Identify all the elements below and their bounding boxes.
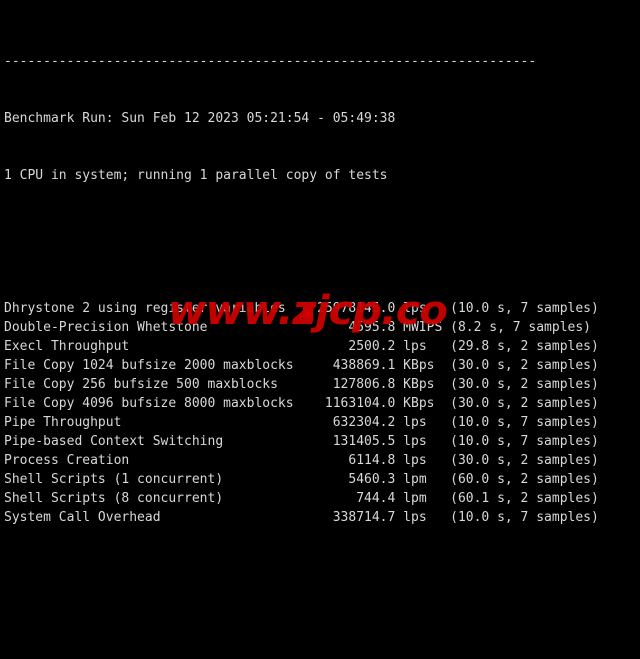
- terminal-screen: ----------------------------------------…: [4, 0, 599, 659]
- benchmark-result-row: Double-Precision Whetstone 4595.8 MWIPS …: [4, 320, 591, 335]
- benchmark-result-row: System Call Overhead 338714.7 lps (10.0 …: [4, 510, 599, 525]
- benchmark-result-row: Dhrystone 2 using register variables 259…: [4, 301, 599, 316]
- benchmark-results-block: Dhrystone 2 using register variables 259…: [4, 299, 599, 527]
- terminal-window: ----------------------------------------…: [0, 0, 640, 659]
- benchmark-run-line: Benchmark Run: Sun Feb 12 2023 05:21:54 …: [4, 111, 396, 126]
- top-rule: ----------------------------------------…: [4, 54, 537, 69]
- benchmark-result-row: Pipe-based Context Switching 131405.5 lp…: [4, 434, 599, 449]
- benchmark-result-row: File Copy 1024 bufsize 2000 maxblocks 43…: [4, 358, 599, 373]
- benchmark-result-row: Execl Throughput 2500.2 lps (29.8 s, 2 s…: [4, 339, 599, 354]
- cpu-info-line: 1 CPU in system; running 1 parallel copy…: [4, 168, 388, 183]
- benchmark-result-row: Pipe Throughput 632304.2 lps (10.0 s, 7 …: [4, 415, 599, 430]
- benchmark-result-row: Process Creation 6114.8 lps (30.0 s, 2 s…: [4, 453, 599, 468]
- benchmark-result-row: File Copy 256 bufsize 500 maxblocks 1278…: [4, 377, 599, 392]
- benchmark-result-row: File Copy 4096 bufsize 8000 maxblocks 11…: [4, 396, 599, 411]
- benchmark-result-row: Shell Scripts (8 concurrent) 744.4 lpm (…: [4, 491, 599, 506]
- benchmark-result-row: Shell Scripts (1 concurrent) 5460.3 lpm …: [4, 472, 599, 487]
